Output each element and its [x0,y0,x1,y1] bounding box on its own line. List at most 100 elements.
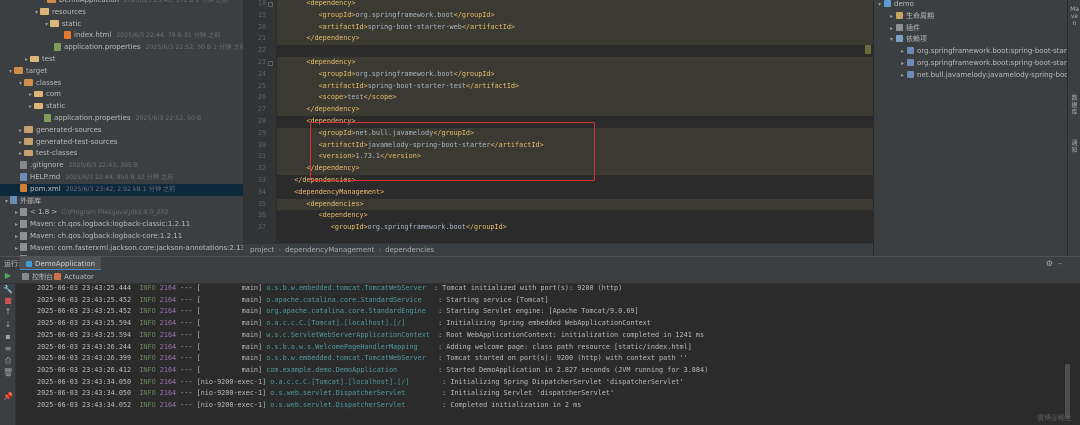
wrench-icon[interactable]: 🔧 [3,285,13,295]
fold-marker[interactable] [268,2,273,7]
stop-icon[interactable]: ■ [3,296,13,306]
tree-item[interactable]: ▾ 外部库 [0,196,243,208]
chevron-icon[interactable]: ▸ [901,48,904,55]
line-number: 26 [258,93,266,102]
tree-item[interactable]: ▸ Maven: ch.qos.logback:logback-core:1.2.… [0,231,243,243]
tree-item[interactable]: ▾ resources [0,7,243,19]
tree-item[interactable]: ▸ test-classes [0,148,243,160]
highlight-box [310,122,595,181]
log-logger: o.s.web.servlet.DispatcherServlet [270,389,439,398]
line-highlight [277,198,873,211]
tree-item[interactable]: pom.xml 2025/6/3 23:42, 2.92 kB 1 分钟 之前 [0,183,243,196]
rerun-icon[interactable]: ▶ [3,271,13,281]
chevron-icon[interactable]: ▾ [3,196,10,208]
tree-item[interactable]: application.properties 2025/6/3 22:52, 50… [0,113,243,125]
tab-console[interactable]: 控制台 [22,270,53,284]
log-message: : Tomcat initialized with port(s): 9200 … [433,284,623,292]
chevron-icon[interactable]: ▸ [890,13,893,20]
tree-item[interactable]: ▸ static [0,101,243,113]
soft-wrap-icon[interactable]: ≡ [3,344,13,354]
tree-item[interactable]: ▸ Maven: com.fasterxml.jackson.core:jacks… [0,243,243,255]
log-pid: 2164 [159,295,177,304]
tree-item[interactable]: ▸ test [0,54,243,66]
run-subtabs: 控制台 Actuator [0,270,1080,284]
settings-icon[interactable]: ⚙ – [1046,259,1062,268]
pin-icon[interactable]: 📌 [3,392,13,402]
log-pid: 2164 [159,342,177,351]
chevron-icon[interactable]: ▸ [23,54,30,66]
maven-tree-item[interactable]: ▾ demo [878,0,914,11]
tree-item[interactable]: ▾ static [0,19,243,31]
tree-item[interactable]: DemoApplication 2025/6/3 23:43, 371 B 1 分… [0,0,243,7]
file-icon [20,184,27,193]
chevron-icon[interactable]: ▸ [13,219,20,231]
maven-tree-item[interactable]: ▾ 依赖项 [890,34,927,46]
chevron-icon[interactable]: ▸ [13,231,20,243]
run-tab[interactable]: DemoApplication [20,257,101,271]
tree-item[interactable]: HELP.md 2025/6/3 22:44, 850 B 32 分钟 之前 [0,172,243,184]
tree-item[interactable]: ▾ classes [0,78,243,90]
log-logger: o.a.c.c.C.[Tomcat].[localhost].[/] [266,319,434,328]
maven-tree-item[interactable]: ▸ org.springframework.boot:spring-boot-st… [901,46,1067,58]
chevron-icon[interactable]: ▾ [878,1,881,8]
chevron-icon[interactable]: ▸ [901,72,904,79]
maven-node-icon [907,70,915,78]
chevron-icon[interactable]: ▾ [43,19,50,31]
breadcrumb: project › dependencyManagement › dependencie… [243,243,873,256]
tree-item[interactable]: ▸ Maven: ch.qos.logback:logback-classic:1… [0,219,243,231]
tree-item-label: .gitignore [30,161,64,170]
trash-icon[interactable]: 🗑 [3,368,13,378]
breadcrumb-item[interactable]: dependencies [385,246,434,254]
chevron-icon[interactable]: ▾ [890,36,893,43]
chevron-icon[interactable]: ▸ [17,137,24,149]
chevron-icon[interactable]: ▸ [27,89,34,101]
log-pid: 2164 [159,354,177,363]
down-icon[interactable]: ↓ [3,320,13,330]
console-scrollbar[interactable] [1065,364,1070,419]
fold-marker[interactable] [268,61,273,66]
camera-icon[interactable]: ▪ [3,332,13,342]
run-config-icon [26,261,32,267]
folder-icon [40,8,49,15]
maven-tree-item[interactable]: ▸ net.bull.javamelody:javamelody-spring-b… [901,70,1067,82]
chevron-icon[interactable]: ▸ [17,148,24,160]
tree-item[interactable]: index.html 2025/6/3 22:44, 79 B 31 分钟 之前 [0,30,243,42]
up-icon[interactable]: ↑ [3,307,13,317]
maven-tree-item[interactable]: ▸ 插件 [890,23,920,35]
side-tool-label[interactable]: 通知 [1070,140,1079,154]
breadcrumb-item[interactable]: dependencyManagement [285,246,374,254]
maven-tree-item[interactable]: ▸ 生命周期 [890,11,934,23]
tree-item[interactable]: ▸ < 1.8 > C:\Program Files\Java\jdk1.8.0_2… [0,207,243,219]
line-number: 19 [258,10,266,19]
log-pid: 2164 [159,330,177,339]
chevron-icon[interactable]: ▾ [33,7,40,19]
tree-item-label: < 1.8 > [30,208,58,217]
log-logger: o.s.web.servlet.DispatcherServlet [270,401,439,409]
tree-item[interactable]: ▸ generated-test-sources [0,137,243,149]
maven-panel[interactable]: ▾ demo ▸ 生命周期 ▸ 插件 ▾ 依赖项 ▸ org.springframework.bo… [873,0,1067,256]
line-number: 21 [258,34,266,43]
chevron-icon[interactable]: ▾ [7,66,14,78]
log-level: INFO [139,319,156,328]
side-tool-label[interactable]: Maven [1070,6,1079,27]
tree-item[interactable]: ▾ target [0,66,243,78]
tree-item[interactable]: ▸ com [0,89,243,101]
tree-item[interactable]: .gitignore 2025/6/3 22:43, 395 B [0,160,243,172]
console-output[interactable]: 微博@稀土 2025-06-03 23:43:25.444 INFO 2164 … [16,284,1080,425]
tree-item[interactable]: ▸ generated-sources [0,125,243,137]
chevron-icon[interactable]: ▸ [17,125,24,137]
chevron-icon[interactable]: ▸ [901,60,904,67]
tree-item[interactable]: application.properties 2025/6/3 22:52, 50… [0,42,243,54]
tab-actuator[interactable]: Actuator [54,270,94,284]
chevron-icon[interactable]: ▸ [13,243,20,255]
chevron-icon[interactable]: ▸ [27,101,34,113]
maven-tree-item[interactable]: ▸ org.springframework.boot:spring-boot-st… [901,58,1067,70]
breadcrumb-item[interactable]: project [250,246,274,254]
code-editor[interactable]: 18 19 20 21 22 23 24 25 26 27 28 29 30 31 32 33 34 35 36 37… [243,0,873,245]
chevron-icon[interactable]: ▸ [890,25,893,32]
chevron-icon[interactable]: ▾ [17,78,24,90]
side-tool-label[interactable]: 数据库 [1070,95,1079,116]
chevron-icon[interactable]: ▸ [13,207,20,219]
project-tree[interactable]: DemoApplication 2025/6/3 23:43, 371 B 1 分… [0,0,243,256]
print-icon[interactable]: ⎙ [3,356,13,366]
